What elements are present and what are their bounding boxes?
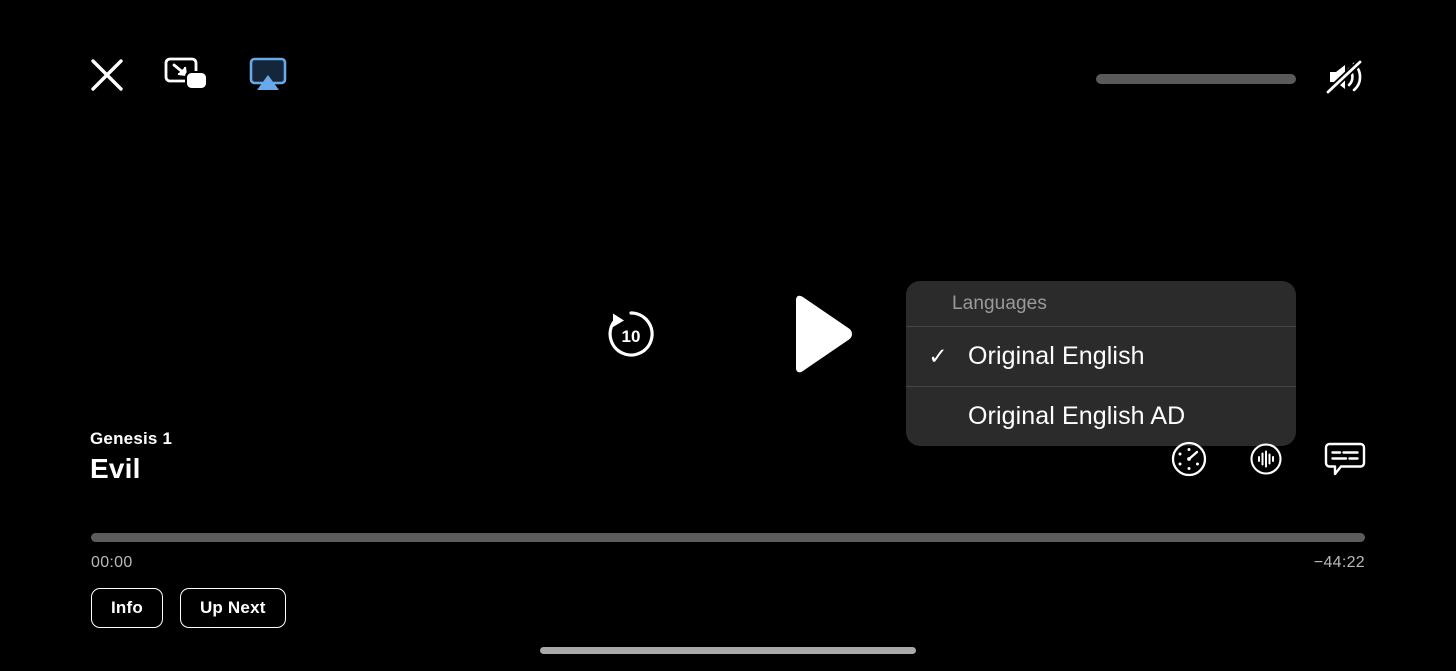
picture-in-picture-button[interactable] <box>164 55 210 98</box>
close-button[interactable] <box>88 56 126 97</box>
now-playing-info: Genesis 1 Evil <box>90 429 172 485</box>
video-player: 10 Languages ✓ Original English Original… <box>0 0 1456 671</box>
playback-speed-icon <box>1170 440 1208 481</box>
bottom-controls: Genesis 1 Evil 00:00 −44:22 Info Up Next <box>0 421 1456 671</box>
remaining-time: −44:22 <box>1313 554 1365 571</box>
home-indicator[interactable] <box>540 647 916 654</box>
language-option-label: Original English <box>968 342 1145 370</box>
series-label: Genesis 1 <box>90 429 173 448</box>
skip-back-10-icon: 10 <box>601 304 661 367</box>
checkmark-icon: ✓ <box>928 343 948 369</box>
page-title: Evil <box>90 452 141 484</box>
scrubber-track[interactable] <box>91 533 1365 542</box>
speaker-muted-icon <box>1324 58 1364 99</box>
info-button[interactable]: Info <box>91 588 163 628</box>
bottom-button-row: Info Up Next <box>91 588 286 628</box>
svg-text:10: 10 <box>622 327 641 346</box>
playback-speed-button[interactable] <box>1170 440 1208 481</box>
now-playing-row: Genesis 1 Evil <box>90 429 1366 485</box>
elapsed-time: 00:00 <box>91 554 133 571</box>
close-x-icon <box>88 56 126 97</box>
player-option-icons <box>1170 440 1366 485</box>
time-row: 00:00 −44:22 <box>91 554 1365 572</box>
audio-track-button[interactable] <box>1249 442 1283 479</box>
airplay-button[interactable] <box>248 56 288 97</box>
language-option-original-english[interactable]: ✓ Original English <box>906 327 1296 386</box>
languages-menu-header: Languages <box>952 292 1047 314</box>
skip-back-10-button[interactable]: 10 <box>601 304 661 367</box>
top-bar <box>0 0 1456 150</box>
top-left-controls <box>88 55 288 98</box>
play-button[interactable] <box>789 294 855 377</box>
picture-in-picture-icon <box>164 55 210 98</box>
volume-controls <box>1096 58 1364 99</box>
mute-button[interactable] <box>1324 58 1364 99</box>
play-icon <box>789 294 855 377</box>
up-next-button[interactable]: Up Next <box>179 588 286 628</box>
subtitles-button[interactable] <box>1324 440 1366 481</box>
volume-slider[interactable] <box>1096 73 1296 84</box>
subtitles-icon <box>1324 440 1366 481</box>
scrubber: 00:00 −44:22 <box>91 533 1365 572</box>
airplay-icon <box>248 56 288 97</box>
audio-track-icon <box>1249 442 1283 479</box>
